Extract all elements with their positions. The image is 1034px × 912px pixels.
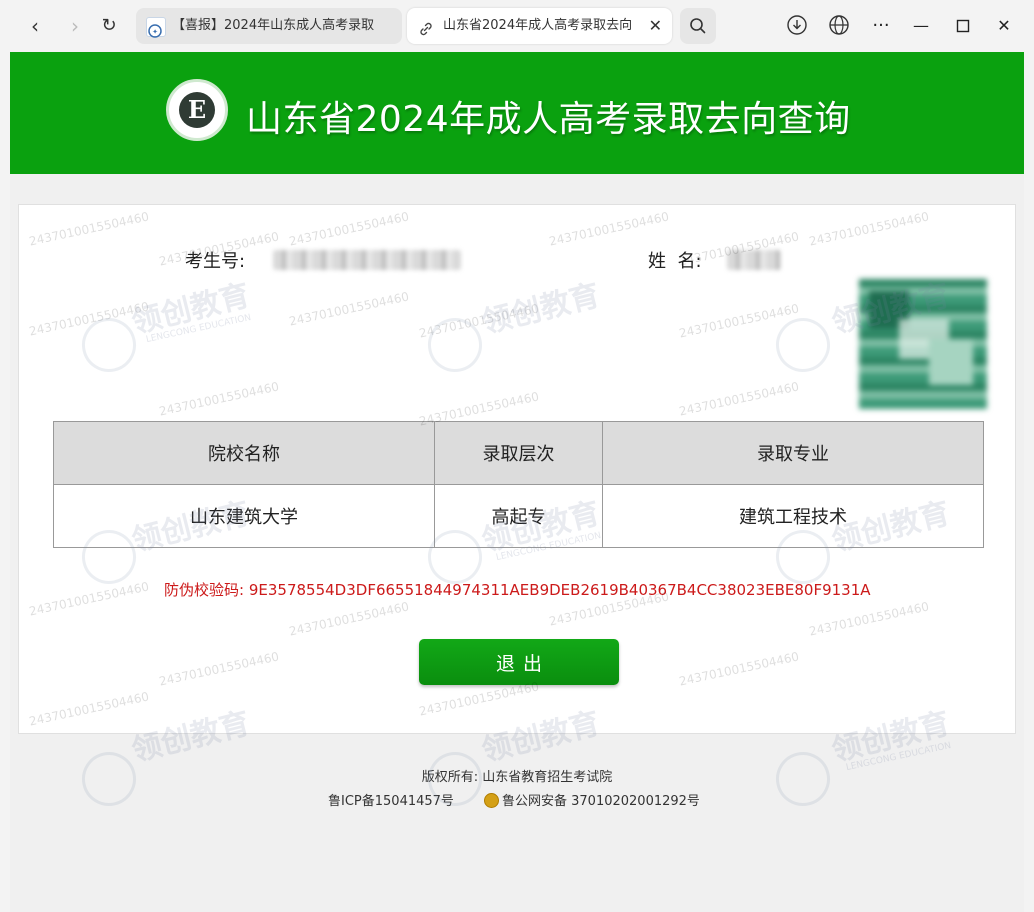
reload-icon[interactable]: ↻ xyxy=(96,13,122,39)
tab-inactive[interactable]: ✦ 【喜报】2024年山东成人高考录取 xyxy=(136,8,402,44)
name-redacted xyxy=(727,250,781,270)
tab-title: 山东省2024年成人高考录取去向 xyxy=(443,18,633,33)
header-level: 录取层次 xyxy=(434,421,603,485)
globe-icon[interactable] xyxy=(825,13,853,39)
cell-major: 建筑工程技术 xyxy=(602,484,984,548)
page: E 山东省2024年成人高考录取去向查询 考生号: 姓 名: 院校名称 录取层次… xyxy=(10,52,1024,912)
footer-police-record[interactable]: 鲁公网安备 37010202001292号 xyxy=(484,790,700,809)
download-icon[interactable] xyxy=(783,13,811,39)
table-row: 山东建筑大学 高起专 建筑工程技术 xyxy=(53,484,984,548)
close-icon[interactable]: ✕ xyxy=(649,8,662,44)
table-header-row: 院校名称 录取层次 录取专业 xyxy=(53,421,984,485)
header-school: 院校名称 xyxy=(53,421,435,485)
exam-number-label: 考生号: xyxy=(185,251,246,272)
footer-copyright: 版权所有: 山东省教育招生考试院 xyxy=(421,770,613,785)
back-icon[interactable]: ‹ xyxy=(22,13,48,39)
result-card: 考生号: 姓 名: 院校名称 录取层次 录取专业 山东建筑大学 高起专 建筑工程… xyxy=(18,204,1016,734)
more-icon[interactable]: ··· xyxy=(867,13,895,39)
verify-label: 防伪校验码: xyxy=(164,581,245,599)
police-record-text: 鲁公网安备 37010202001292号 xyxy=(502,794,700,809)
search-icon[interactable] xyxy=(680,8,716,44)
cell-school: 山东建筑大学 xyxy=(53,484,435,548)
institution-logo: E xyxy=(166,79,228,141)
logo-letter: E xyxy=(179,92,215,128)
window-close-icon[interactable]: ✕ xyxy=(990,13,1018,39)
browser-toolbar: ‹ › ↻ ✦ 【喜报】2024年山东成人高考录取 山东省2024年成人高考录取… xyxy=(0,0,1034,52)
footer-icp[interactable]: 鲁ICP备15041457号 xyxy=(328,790,454,809)
exit-button[interactable]: 退出 xyxy=(419,639,619,685)
admission-table: 院校名称 录取层次 录取专业 山东建筑大学 高起专 建筑工程技术 xyxy=(53,421,984,548)
svg-text:✦: ✦ xyxy=(152,28,158,36)
police-badge-icon xyxy=(484,793,499,808)
header-major: 录取专业 xyxy=(602,421,984,485)
header-banner: E 山东省2024年成人高考录取去向查询 xyxy=(10,52,1024,174)
minimize-icon[interactable]: — xyxy=(907,13,935,39)
maximize-icon[interactable] xyxy=(949,13,977,39)
page-title: 山东省2024年成人高考录取去向查询 xyxy=(246,99,851,140)
tab-active[interactable]: 山东省2024年成人高考录取去向 ✕ xyxy=(407,8,672,44)
tab-title: 【喜报】2024年山东成人高考录取 xyxy=(172,18,375,33)
anti-counterfeit-code: 防伪校验码: 9E3578554D3DF66551844974311AEB9DE… xyxy=(164,579,871,600)
exam-number-redacted xyxy=(273,250,461,270)
forward-icon[interactable]: › xyxy=(62,13,88,39)
link-icon xyxy=(417,17,435,36)
site-favicon-icon: ✦ xyxy=(146,17,166,38)
qr-code xyxy=(859,279,987,409)
name-label: 姓 名: xyxy=(648,251,702,272)
cell-level: 高起专 xyxy=(434,484,603,548)
verify-code: 9E3578554D3DF66551844974311AEB9DEB2619B4… xyxy=(248,581,871,599)
